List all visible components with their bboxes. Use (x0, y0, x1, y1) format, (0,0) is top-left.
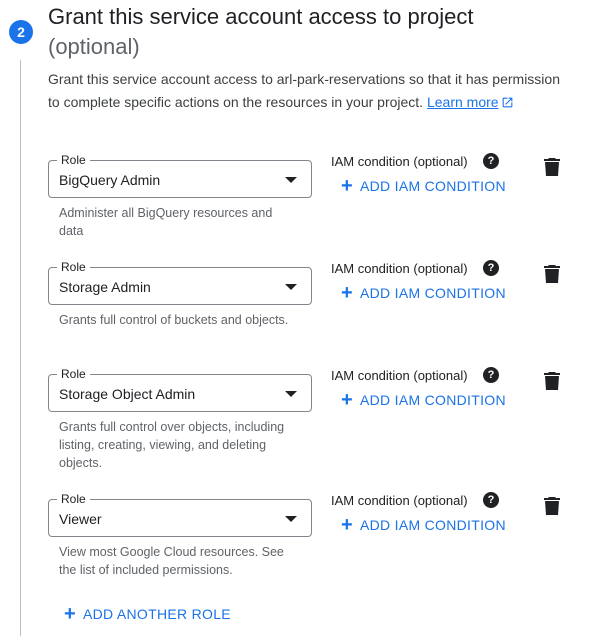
add-iam-condition-label: ADD IAM CONDITION (359, 285, 506, 301)
role-select[interactable]: Role Storage Admin (48, 259, 312, 305)
role-hint: Administer all BigQuery resources and da… (59, 206, 273, 238)
plus-icon: + (341, 282, 353, 304)
step-connector-line (20, 60, 21, 636)
role-value: Viewer (59, 511, 102, 527)
add-another-role-label: ADD ANOTHER ROLE (82, 606, 231, 622)
role-row: Role Storage Object Admin Grants full co… (48, 360, 588, 470)
section-title-text: Grant this service account access to pro… (48, 4, 474, 29)
role-row: Role Viewer View most Google Cloud resou… (48, 485, 588, 595)
role-field-label: Role (57, 152, 90, 168)
role-hint: View most Google Cloud resources. See th… (59, 545, 284, 577)
help-icon[interactable]: ? (483, 153, 499, 169)
add-iam-condition-label: ADD IAM CONDITION (359, 392, 506, 408)
plus-icon: + (341, 175, 353, 197)
plus-icon: + (341, 514, 353, 536)
open-in-new-icon (502, 97, 512, 108)
role-select[interactable]: Role Storage Object Admin (48, 366, 312, 412)
section-description: Grant this service account access to arl… (48, 68, 568, 114)
section-title: Grant this service account access to pro… (48, 2, 608, 62)
add-iam-condition-button[interactable]: + ADD IAM CONDITION (341, 175, 506, 197)
iam-condition-label: IAM condition (optional) (331, 493, 468, 508)
arrow-drop-down-icon (285, 177, 297, 183)
trash-icon[interactable] (544, 497, 560, 515)
add-iam-condition-label: ADD IAM CONDITION (359, 178, 506, 194)
role-row: Role Storage Admin Grants full control o… (48, 253, 588, 363)
optional-label: (optional) (48, 34, 140, 59)
learn-more-label: Learn more (426, 94, 499, 110)
learn-more-link[interactable]: Learn more (427, 94, 514, 110)
role-value: Storage Admin (59, 279, 151, 295)
role-field-label: Role (57, 259, 90, 275)
arrow-drop-down-icon (285, 391, 297, 397)
add-iam-condition-button[interactable]: + ADD IAM CONDITION (341, 282, 506, 304)
role-value: Storage Object Admin (59, 386, 196, 402)
plus-icon: + (64, 603, 76, 625)
trash-icon[interactable] (544, 372, 560, 390)
role-value: BigQuery Admin (59, 172, 161, 188)
iam-condition-label: IAM condition (optional) (331, 368, 468, 383)
plus-icon: + (341, 389, 353, 411)
add-iam-condition-button[interactable]: + ADD IAM CONDITION (341, 389, 506, 411)
iam-condition-label: IAM condition (optional) (331, 154, 468, 169)
add-iam-condition-button[interactable]: + ADD IAM CONDITION (341, 514, 506, 536)
arrow-drop-down-icon (285, 284, 297, 290)
arrow-drop-down-icon (285, 516, 297, 522)
role-select[interactable]: Role Viewer (48, 491, 312, 537)
role-hint: Grants full control of buckets and objec… (59, 313, 289, 327)
add-another-role-button[interactable]: + ADD ANOTHER ROLE (64, 603, 231, 625)
role-hint: Grants full control over objects, includ… (59, 420, 285, 470)
role-row: Role BigQuery Admin Administer all BigQu… (48, 146, 588, 256)
trash-icon[interactable] (544, 265, 560, 283)
role-field-label: Role (57, 491, 90, 507)
iam-condition-label: IAM condition (optional) (331, 261, 468, 276)
help-icon[interactable]: ? (483, 367, 499, 383)
trash-icon[interactable] (544, 158, 560, 176)
help-icon[interactable]: ? (483, 260, 499, 276)
add-iam-condition-label: ADD IAM CONDITION (359, 517, 506, 533)
role-select[interactable]: Role BigQuery Admin (48, 152, 312, 198)
role-field-label: Role (57, 366, 90, 382)
step-number-badge: 2 (9, 20, 33, 44)
help-icon[interactable]: ? (483, 492, 499, 508)
